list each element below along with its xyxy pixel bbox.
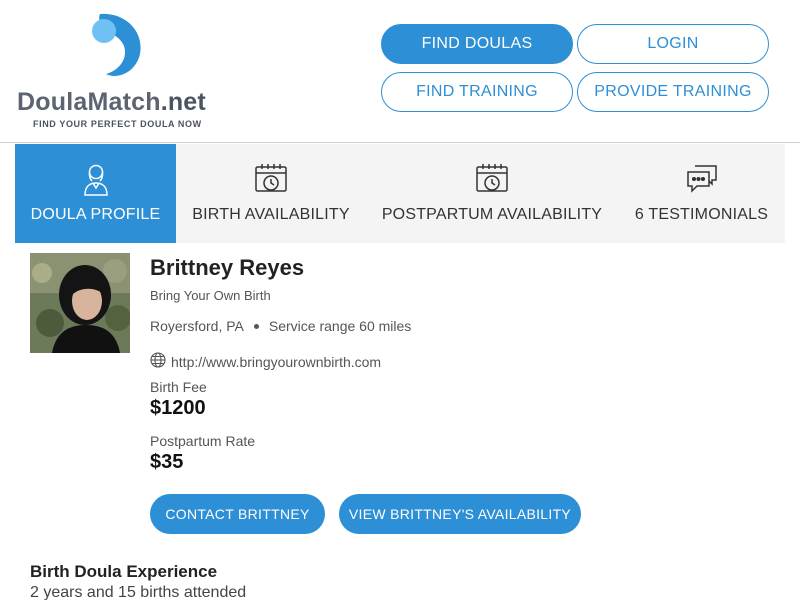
tab-label: DOULA PROFILE <box>30 206 161 223</box>
tab-label: 6 TESTIMONIALS <box>634 206 769 223</box>
website-link[interactable]: http://www.bringyourownbirth.com <box>171 354 381 370</box>
birth-fee-value: $1200 <box>150 397 206 419</box>
website-line[interactable]: http://www.bringyourownbirth.com <box>150 352 381 371</box>
tab-label: BIRTH AVAILABILITY <box>192 206 350 223</box>
brand-name[interactable]: DoulaMatch.net <box>17 88 206 117</box>
experience-title: Birth Doula Experience <box>30 562 218 581</box>
calendar-clock-icon <box>254 162 288 196</box>
brand-name-main: DoulaMatch <box>17 88 161 116</box>
doula-profile-photo <box>30 253 130 353</box>
service-range: Service range 60 miles <box>268 318 412 334</box>
find-doulas-button[interactable]: FIND DOULAS <box>381 24 573 64</box>
brand-tagline: FIND YOUR PERFECT DOULA NOW <box>33 119 202 129</box>
calendar-clock-icon <box>475 162 509 196</box>
chat-bubbles-icon <box>685 162 719 196</box>
tab-doula-profile[interactable]: DOULA PROFILE <box>15 144 176 243</box>
experience-text: 2 years and 15 births attended <box>30 584 247 600</box>
profile-tabs: DOULA PROFILE BIRTH AVAILABILITY POSTPAR… <box>15 144 785 243</box>
tab-testimonials[interactable]: 6 TESTIMONIALS <box>618 144 785 243</box>
postpartum-rate-label: Postpartum Rate <box>150 433 256 449</box>
login-button[interactable]: LOGIN <box>577 24 769 64</box>
doula-person-icon <box>79 162 113 196</box>
view-availability-button[interactable]: VIEW BRITTNEY'S AVAILABILITY <box>339 494 581 534</box>
business-name: Bring Your Own Birth <box>150 288 271 303</box>
globe-icon <box>150 352 171 371</box>
provide-training-button[interactable]: PROVIDE TRAINING <box>577 72 769 112</box>
tab-label: POSTPARTUM AVAILABILITY <box>381 206 603 223</box>
contact-button[interactable]: CONTACT BRITTNEY <box>150 494 325 534</box>
postpartum-rate-value: $35 <box>150 451 184 473</box>
doulamatch-logo-icon[interactable] <box>90 12 144 80</box>
find-training-button[interactable]: FIND TRAINING <box>381 72 573 112</box>
brand-name-suffix: .net <box>160 88 206 116</box>
tab-birth-availability[interactable]: BIRTH AVAILABILITY <box>176 144 366 243</box>
separator-dot <box>253 323 259 329</box>
doula-name: Brittney Reyes <box>150 255 305 280</box>
site-header: DoulaMatch.net FIND YOUR PERFECT DOULA N… <box>0 0 800 143</box>
tab-postpartum-availability[interactable]: POSTPARTUM AVAILABILITY <box>366 144 618 243</box>
birth-fee-label: Birth Fee <box>150 379 207 395</box>
location: Royersford, PA <box>150 318 244 334</box>
location-line: Royersford, PA Service range 60 miles <box>150 318 411 334</box>
